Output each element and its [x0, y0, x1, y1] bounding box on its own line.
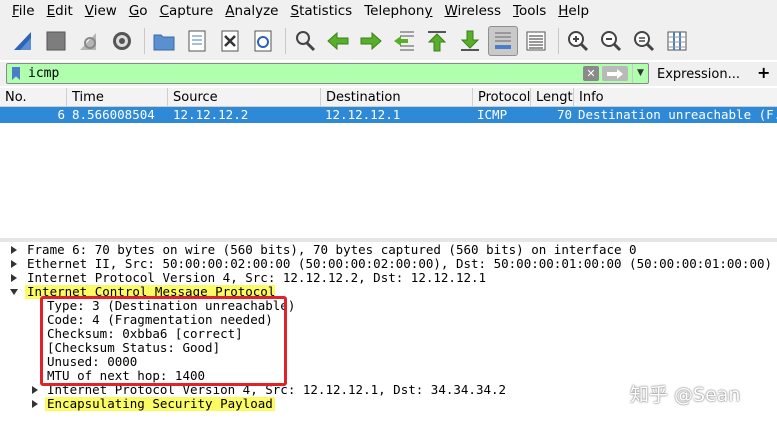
- packet-list-header: No. Time Source Destination Protocol Len…: [0, 88, 777, 107]
- resize-columns-icon[interactable]: [662, 26, 692, 56]
- go-back-arrow-icon[interactable]: [323, 26, 353, 56]
- filter-text[interactable]: icmp: [28, 66, 583, 81]
- column-header-source[interactable]: Source: [168, 88, 321, 107]
- cell-destination: 12.12.12.1: [325, 107, 401, 122]
- expand-arrow-icon[interactable]: [11, 246, 17, 254]
- go-last-icon[interactable]: [455, 26, 485, 56]
- icmp-field-type[interactable]: Type: 3 (Destination unreachable): [47, 299, 295, 313]
- column-header-destination[interactable]: Destination: [321, 88, 473, 107]
- menu-statistics[interactable]: Statistics: [284, 0, 358, 22]
- table-row[interactable]: 6 8.566008504 12.12.12.2 12.12.12.1 ICMP…: [0, 107, 777, 123]
- icmp-field-code[interactable]: Code: 4 (Fragmentation needed): [47, 313, 273, 327]
- menu-go[interactable]: Go: [123, 0, 154, 22]
- go-first-icon[interactable]: [422, 26, 452, 56]
- reload-file-icon[interactable]: [248, 26, 278, 56]
- apply-filter-icon[interactable]: [602, 66, 628, 81]
- display-filter-input[interactable]: icmp ✕ ▼: [6, 63, 649, 84]
- toolbar-separator: [558, 28, 559, 54]
- tree-item-frame[interactable]: Frame 6: 70 bytes on wire (560 bits), 70…: [27, 243, 637, 257]
- icmp-field-unused[interactable]: Unused: 0000: [47, 355, 137, 369]
- display-filter-bar: icmp ✕ ▼ Expression... +: [0, 62, 777, 86]
- clear-filter-icon[interactable]: ✕: [583, 66, 599, 81]
- tree-item-esp[interactable]: Encapsulating Security Payload: [45, 397, 275, 411]
- cell-source: 12.12.12.2: [173, 107, 249, 122]
- menu-help[interactable]: Help: [552, 0, 595, 22]
- column-header-time[interactable]: Time: [67, 88, 168, 107]
- menu-tools[interactable]: Tools: [507, 0, 552, 22]
- expand-arrow-icon[interactable]: [32, 386, 38, 394]
- zoom-normal-icon[interactable]: [629, 26, 659, 56]
- menu-telephony[interactable]: Telephony: [358, 0, 438, 22]
- filter-history-dropdown-icon[interactable]: ▼: [632, 64, 648, 83]
- menu-analyze[interactable]: Analyze: [219, 0, 284, 22]
- tree-item-ethernet[interactable]: Ethernet II, Src: 50:00:00:02:00:00 (50:…: [27, 257, 772, 271]
- save-file-icon[interactable]: [182, 26, 212, 56]
- column-header-protocol[interactable]: Protocol: [473, 88, 531, 107]
- close-file-icon[interactable]: [215, 26, 245, 56]
- icmp-field-mtu[interactable]: MTU of next hop: 1400: [47, 369, 205, 383]
- expand-arrow-icon[interactable]: [32, 400, 38, 408]
- go-to-packet-icon[interactable]: [389, 26, 419, 56]
- menu-wireless[interactable]: Wireless: [438, 0, 507, 22]
- cell-time: 8.566008504: [72, 107, 155, 122]
- column-header-info[interactable]: Info: [574, 88, 777, 107]
- tree-item-inner-ipv4[interactable]: Internet Protocol Version 4, Src: 12.12.…: [47, 383, 506, 397]
- collapse-arrow-icon[interactable]: [10, 289, 18, 295]
- stop-square-icon[interactable]: [41, 26, 71, 56]
- toolbar-separator: [144, 28, 145, 54]
- filter-bookmark-icon[interactable]: [12, 67, 20, 80]
- zoom-in-icon[interactable]: [563, 26, 593, 56]
- expand-arrow-icon[interactable]: [11, 260, 17, 268]
- restart-shark-icon[interactable]: [74, 26, 104, 56]
- cell-no: 6: [57, 107, 65, 122]
- menu-file[interactable]: File: [0, 0, 41, 22]
- menu-view[interactable]: View: [79, 0, 123, 22]
- go-forward-arrow-icon[interactable]: [356, 26, 386, 56]
- autoscroll-icon[interactable]: [488, 26, 518, 56]
- main-toolbar: [0, 22, 777, 60]
- tree-item-ipv4[interactable]: Internet Protocol Version 4, Src: 12.12.…: [27, 271, 486, 285]
- options-gear-icon[interactable]: [107, 26, 137, 56]
- colorize-icon[interactable]: [521, 26, 551, 56]
- cell-protocol: ICMP: [477, 107, 508, 122]
- menu-bar: File Edit View Go Capture Analyze Statistics Te…: [0, 0, 777, 22]
- icmp-field-checksum[interactable]: Checksum: 0xbba6 [correct]: [47, 327, 243, 341]
- watermark: 知乎 @Sean: [630, 384, 741, 406]
- open-folder-icon[interactable]: [149, 26, 179, 56]
- menu-capture[interactable]: Capture: [154, 0, 220, 22]
- add-filter-button[interactable]: +: [757, 63, 770, 82]
- zoom-out-icon[interactable]: [596, 26, 626, 56]
- column-header-length[interactable]: Length: [531, 88, 574, 107]
- cell-info: Destination unreachable (F...: [578, 107, 777, 122]
- find-magnifier-icon[interactable]: [290, 26, 320, 56]
- column-header-no[interactable]: No.: [0, 88, 67, 107]
- shark-fin-start-icon[interactable]: [8, 26, 38, 56]
- toolbar-separator: [285, 28, 286, 54]
- menu-edit[interactable]: Edit: [41, 0, 79, 22]
- icmp-field-checksum-status[interactable]: [Checksum Status: Good]: [47, 341, 220, 355]
- tree-item-icmp[interactable]: Internet Control Message Protocol: [25, 285, 275, 299]
- packet-list: No. Time Source Destination Protocol Len…: [0, 88, 777, 238]
- expression-button[interactable]: Expression...: [657, 67, 740, 82]
- expand-arrow-icon[interactable]: [11, 274, 17, 282]
- cell-length: 70: [556, 107, 572, 122]
